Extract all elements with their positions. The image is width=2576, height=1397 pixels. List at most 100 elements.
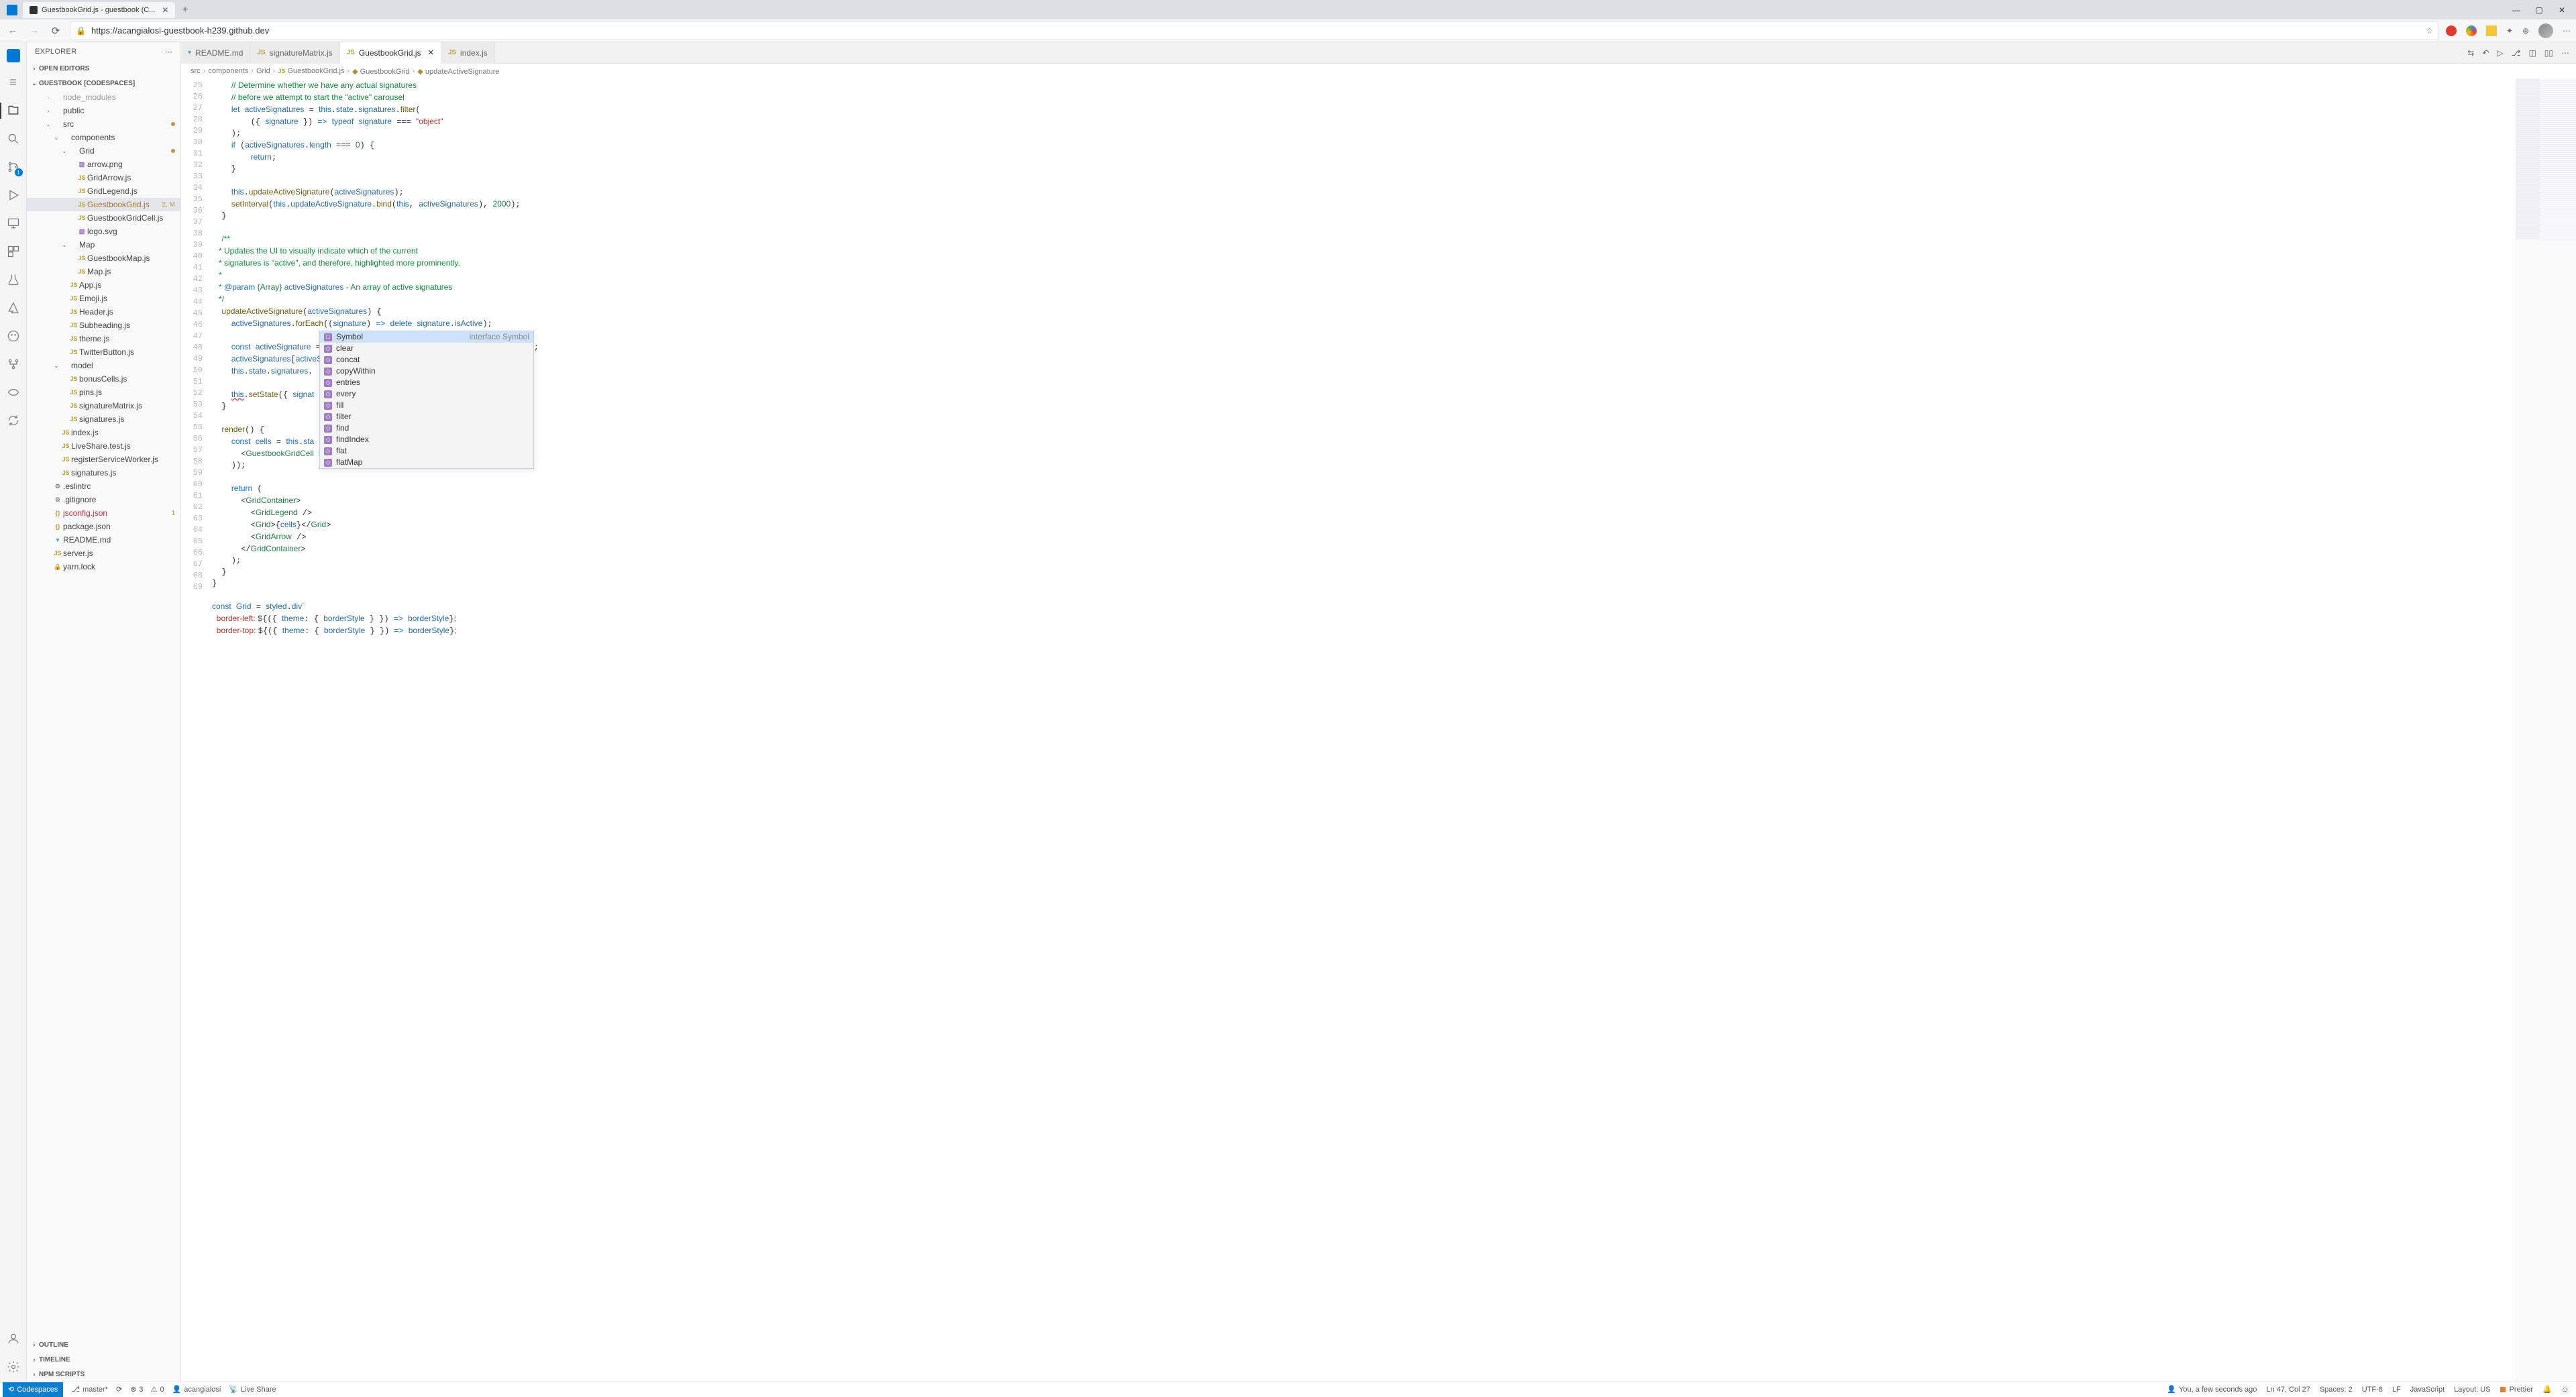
sidebar-more-icon[interactable]: ⋯ — [165, 48, 172, 56]
file-item[interactable]: JSserver.js — [27, 547, 180, 560]
file-item[interactable]: JSGridLegend.js — [27, 184, 180, 198]
folder-item[interactable]: ›public — [27, 104, 180, 117]
sync-button[interactable]: ⟳ — [116, 1385, 122, 1394]
extension-icon[interactable] — [2446, 25, 2457, 36]
suggest-item[interactable]: ◇filter — [320, 411, 533, 423]
file-item[interactable]: ⚙.eslintrc — [27, 480, 180, 493]
breadcrumb[interactable]: src›components›Grid›JS GuestbookGrid.js›… — [181, 64, 2576, 78]
breadcrumb-segment[interactable]: ◆ GuestbookGrid — [352, 67, 410, 76]
timeline-section[interactable]: ›TIMELINE — [27, 1352, 180, 1367]
refresh-button[interactable]: ⟳ — [48, 25, 63, 37]
undo-icon[interactable]: ↶ — [2482, 48, 2489, 58]
browser-tab[interactable]: GuestbookGrid.js - guestbook (C... ✕ — [23, 2, 175, 18]
file-item[interactable]: JSGuestbookGrid.js2, M — [27, 198, 180, 211]
menu-icon[interactable]: ☰ — [5, 74, 21, 91]
file-item[interactable]: JSsignatures.js — [27, 466, 180, 480]
search-icon[interactable] — [5, 131, 21, 147]
minimap[interactable] — [2516, 78, 2576, 1382]
editor-tab[interactable]: JSsignatureMatrix.js — [250, 42, 339, 64]
suggest-item[interactable]: ◇copyWithin — [320, 366, 533, 377]
encoding-status[interactable]: UTF-8 — [2362, 1386, 2383, 1394]
settings-gear-icon[interactable] — [5, 1359, 21, 1375]
close-tab-icon[interactable]: ✕ — [428, 48, 434, 57]
repo-section[interactable]: ⌄GUESTBOOK [CODESPACES] — [27, 76, 180, 91]
settings-sync-icon[interactable] — [5, 412, 21, 429]
compare-changes-icon[interactable]: ⇆ — [2467, 48, 2474, 58]
source-control-icon[interactable]: 1 — [5, 159, 21, 175]
file-item[interactable]: JSsignatureMatrix.js — [27, 399, 180, 412]
folder-item[interactable]: ⌄components — [27, 131, 180, 144]
breadcrumb-segment[interactable]: ◆ updateActiveSignature — [417, 67, 499, 76]
code-content[interactable]: // Determine whether we have any actual … — [212, 78, 2516, 1382]
file-item[interactable]: JSTwitterButton.js — [27, 345, 180, 359]
code-area[interactable]: 25 26 27 28 29 30 31 32 33 34 35 36 37 3… — [181, 78, 2576, 1382]
extensions-icon[interactable] — [5, 243, 21, 260]
branch-indicator[interactable]: ⎇master* — [71, 1385, 108, 1394]
file-item[interactable]: {}jsconfig.json1 — [27, 506, 180, 520]
collections-icon[interactable]: ⊕ — [2522, 26, 2529, 36]
folder-item[interactable]: ›node_modules — [27, 91, 180, 104]
file-item[interactable]: JSGuestbookMap.js — [27, 252, 180, 265]
suggest-item[interactable]: ◇clear — [320, 343, 533, 354]
file-item[interactable]: JSGuestbookGridCell.js — [27, 211, 180, 225]
file-item[interactable]: JSEmoji.js — [27, 292, 180, 305]
breadcrumb-segment[interactable]: components — [208, 67, 248, 75]
file-item[interactable]: JSregisterServiceWorker.js — [27, 453, 180, 466]
file-item[interactable]: JSpins.js — [27, 386, 180, 399]
file-item[interactable]: JSindex.js — [27, 426, 180, 439]
eol-status[interactable]: LF — [2392, 1386, 2401, 1394]
file-item[interactable]: ▾README.md — [27, 533, 180, 547]
split-editor-icon[interactable]: ▯▯ — [2544, 48, 2553, 58]
github-icon[interactable] — [5, 328, 21, 344]
browser-menu-icon[interactable]: ⋯ — [2563, 26, 2571, 36]
suggest-item[interactable]: ◇flatMap — [320, 457, 533, 468]
feedback-icon[interactable]: ☺ — [2561, 1385, 2569, 1394]
file-item[interactable]: JSApp.js — [27, 278, 180, 292]
run-debug-icon[interactable] — [5, 187, 21, 203]
file-item[interactable]: JSsignatures.js — [27, 412, 180, 426]
git-graph-icon[interactable] — [5, 356, 21, 372]
profile-avatar[interactable] — [2538, 23, 2553, 38]
back-button[interactable]: ← — [5, 25, 20, 36]
git-icon[interactable]: ⎇ — [2512, 48, 2521, 58]
file-item[interactable]: JSGridArrow.js — [27, 171, 180, 184]
accounts-icon[interactable] — [5, 1331, 21, 1347]
close-window-button[interactable]: ✕ — [2557, 5, 2567, 15]
file-item[interactable]: JSSubheading.js — [27, 319, 180, 332]
open-editors-section[interactable]: ›OPEN EDITORS — [27, 61, 180, 76]
file-item[interactable]: {}package.json — [27, 520, 180, 533]
layout-status[interactable]: Layout: US — [2454, 1386, 2490, 1394]
file-item[interactable]: JSbonusCells.js — [27, 372, 180, 386]
indent-status[interactable]: Spaces: 2 — [2320, 1386, 2353, 1394]
suggest-item[interactable]: ◇findIndex — [320, 434, 533, 445]
intellisense-popup[interactable]: □Symbolinterface Symbol◇clear◇concat◇cop… — [319, 331, 534, 469]
breadcrumb-segment[interactable]: JS GuestbookGrid.js — [278, 67, 344, 75]
editor-tab[interactable]: JSGuestbookGrid.js✕ — [340, 42, 441, 64]
language-status[interactable]: JavaScript — [2410, 1386, 2445, 1394]
extension-icon[interactable] — [2486, 25, 2497, 36]
favorites-icon[interactable]: ✦ — [2506, 26, 2513, 36]
file-item[interactable]: JSLiveShare.test.js — [27, 439, 180, 453]
more-actions-icon[interactable]: ⋯ — [2561, 48, 2569, 58]
file-item[interactable]: ▧arrow.png — [27, 158, 180, 171]
file-item[interactable]: ⚙.gitignore — [27, 493, 180, 506]
prettier-status[interactable]: Prettier — [2500, 1386, 2533, 1394]
suggest-item[interactable]: ◇flat — [320, 445, 533, 457]
suggest-item[interactable]: ◇find — [320, 423, 533, 434]
new-tab-button[interactable]: + — [182, 4, 188, 16]
remote-explorer-icon[interactable] — [5, 215, 21, 231]
run-icon[interactable]: ▷ — [2497, 48, 2503, 58]
liveshare-user[interactable]: 👤acangialosi — [172, 1385, 221, 1394]
folder-item[interactable]: ⌄Map — [27, 238, 180, 252]
outline-section[interactable]: ›OUTLINE — [27, 1337, 180, 1352]
minimize-button[interactable]: — — [2512, 5, 2521, 15]
breadcrumb-segment[interactable]: Grid — [256, 67, 270, 75]
suggest-item[interactable]: ◇every — [320, 388, 533, 400]
azure-icon[interactable] — [5, 300, 21, 316]
editor-tab[interactable]: ▾README.md — [181, 42, 250, 64]
suggest-item[interactable]: ◇entries — [320, 377, 533, 388]
cursor-position[interactable]: Ln 47, Col 27 — [2266, 1386, 2310, 1394]
file-item[interactable]: JSMap.js — [27, 265, 180, 278]
file-item[interactable]: JStheme.js — [27, 332, 180, 345]
suggest-item[interactable]: ◇concat — [320, 354, 533, 366]
